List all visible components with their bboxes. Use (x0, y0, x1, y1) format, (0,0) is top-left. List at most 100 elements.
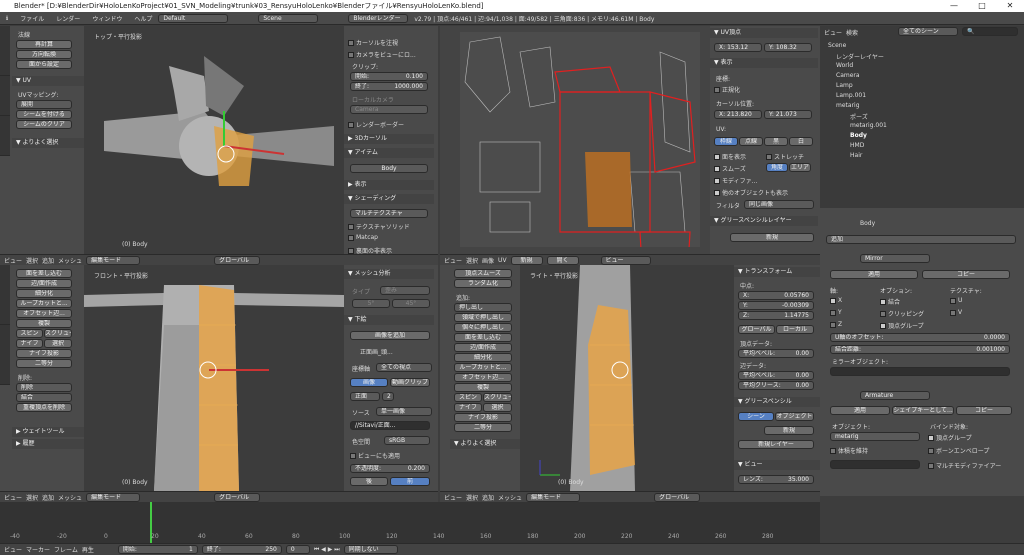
camera-field[interactable]: Camera (350, 105, 428, 114)
screw-button[interactable]: スクリュー (44, 329, 72, 338)
cursor-y-field[interactable]: Y: 21.073 (764, 110, 812, 119)
armature-apply-button[interactable]: 適用 (830, 406, 890, 415)
smooth-row[interactable]: スムーズ (714, 164, 746, 173)
gp-new-button[interactable]: 新規 (764, 426, 814, 435)
image-toggle[interactable]: 画像 (350, 378, 388, 387)
randomize-button[interactable]: ランダム化 (454, 279, 512, 288)
viewport-top[interactable]: トップ・平行投影 (0) Body (84, 26, 344, 254)
mirror-object-field[interactable] (830, 367, 1010, 376)
duplicate-button[interactable]: 複製 (16, 319, 72, 328)
cursor-lock-row[interactable]: カーソルを注視 (348, 38, 398, 47)
local-toggle[interactable]: ローカル (776, 325, 814, 334)
edge-bevel-field[interactable]: 平均ベベル: 0.00 (738, 371, 814, 380)
white-button[interactable]: 白 (789, 137, 813, 146)
shape-key-button[interactable]: シェイプキーとして... (892, 406, 954, 415)
menu-file[interactable]: ファイル (14, 14, 50, 23)
background-section[interactable]: ▼ 下絵 (344, 315, 434, 325)
outliner-search-input[interactable]: 🔍 (962, 27, 1018, 36)
mirror-apply-button[interactable]: 適用 (830, 270, 918, 279)
distort-min-field[interactable]: 5° (352, 299, 390, 308)
loop-cut-button[interactable]: ループカットと... (16, 299, 72, 308)
knife-project-button[interactable]: ナイフ投影 (16, 349, 72, 358)
shading-section[interactable]: ▼ シェーディング (344, 194, 434, 204)
opacity-field[interactable]: 不透明度: 0.200 (350, 464, 430, 473)
cursor-x-field[interactable]: X: 213.820 (714, 110, 762, 119)
top-mode-select[interactable]: 編集モード (86, 255, 141, 265)
knife-button[interactable]: ナイフ (16, 339, 43, 348)
right-add-menu[interactable]: 追加 (482, 493, 494, 502)
clip-end-field[interactable]: 終了: 1000.000 (350, 82, 428, 91)
inset-faces-button[interactable]: 面を差し込む (16, 269, 72, 278)
playback-controls-icon[interactable]: ⏮ ◀ ▶ ⏭ (314, 546, 340, 554)
edge-crease-field[interactable]: 平均クリース: 0.00 (738, 381, 814, 390)
outliner-view-menu[interactable]: ビュー (824, 28, 842, 37)
uv-view-menu[interactable]: ビュー (444, 256, 462, 265)
extrude-select[interactable]: 押し出し (454, 303, 512, 312)
start-frame-field[interactable]: 開始: 1 (117, 545, 198, 554)
axis-z-check[interactable]: Z (830, 321, 842, 328)
image-slot-field[interactable]: 正面 (350, 392, 380, 401)
movie-clip-toggle[interactable]: 動画クリップ (390, 378, 430, 387)
right-mode-select[interactable]: 編集モード (526, 492, 581, 502)
vertex-bevel-field[interactable]: 平均ベベル: 0.00 (738, 349, 814, 358)
tex-v-check[interactable]: V (950, 309, 962, 316)
history-section-2[interactable]: ▶ 履歴 (12, 439, 84, 449)
angle-button[interactable]: 角度 (766, 163, 788, 172)
vgroup-field[interactable] (830, 460, 920, 469)
current-frame-field[interactable]: 0 (285, 545, 310, 554)
uv-view-select[interactable]: ビュー (600, 255, 651, 265)
lens-field[interactable]: レンズ: 35.000 (738, 475, 814, 484)
front-add-menu[interactable]: 追加 (42, 493, 54, 502)
tab-tools[interactable] (0, 26, 10, 76)
info-icon[interactable]: ℹ (0, 15, 14, 22)
median-y-field[interactable]: Y: -0.00309 (738, 301, 814, 310)
duplicate-button-2[interactable]: 複製 (454, 383, 512, 392)
maximize-button[interactable]: □ (968, 0, 996, 12)
unwrap-select[interactable]: 展開 (16, 100, 72, 109)
flip-button[interactable]: 方向転換 (16, 50, 72, 59)
outliner-item-renderlayer[interactable]: レンダーレイヤー (836, 52, 884, 61)
tex-u-check[interactable]: U (950, 297, 962, 304)
spin-button[interactable]: スピン (16, 329, 43, 338)
knife-button-2[interactable]: ナイフ (454, 403, 482, 412)
mesh-analysis-section[interactable]: ▼ メッシュ分析 (344, 269, 434, 279)
front-mode-select[interactable]: 編集モード (86, 492, 141, 502)
armature-object-field[interactable]: metarig (830, 432, 920, 441)
subdivide-button[interactable]: 細分化 (16, 289, 72, 298)
axis-x-check[interactable]: X (830, 297, 842, 304)
global-toggle[interactable]: グローバル (738, 325, 775, 334)
bisect-button[interactable]: 二等分 (16, 359, 72, 368)
uv-section[interactable]: ▼ UV (12, 76, 84, 86)
vertex-smooth-button[interactable]: 頂点スムーズ (454, 269, 512, 278)
menu-window[interactable]: ウィンドウ (86, 14, 128, 23)
tab-create-2[interactable] (0, 325, 10, 385)
history-section-3[interactable]: ▼ よりよく選択 (450, 439, 520, 449)
camera-lock-row[interactable]: カメラをビューにロ... (348, 50, 416, 59)
timeline-marker-menu[interactable]: マーカー (26, 545, 50, 554)
timeline-view-menu[interactable]: ビュー (4, 545, 22, 554)
armature-modifier-name[interactable]: Armature (860, 391, 930, 400)
median-z-field[interactable]: Z: 1.14775 (738, 311, 814, 320)
front-mesh-menu[interactable]: メッシュ (58, 493, 82, 502)
colorspace-select[interactable]: sRGB (384, 436, 430, 445)
image-users-field[interactable]: 2 (382, 392, 394, 401)
front-view-menu[interactable]: ビュー (4, 493, 22, 502)
item-name-field[interactable]: Body (350, 164, 428, 173)
delete-select[interactable]: 削除 (16, 383, 72, 392)
top-add-menu[interactable]: 追加 (42, 256, 54, 265)
set-from-faces-button[interactable]: 面から設定 (16, 60, 72, 69)
axis-select[interactable]: 全ての視点 (376, 363, 432, 372)
right-orientation-select[interactable]: グローバル (654, 492, 701, 502)
knife-project-button-2[interactable]: ナイフ投影 (454, 413, 512, 422)
extrude-individual-button[interactable]: 個々に押し出し (454, 323, 512, 332)
outliner-search-menu[interactable]: 検索 (846, 28, 858, 37)
axis-y-check[interactable]: Y (830, 309, 842, 316)
clear-seam-button[interactable]: シームのクリア (16, 120, 72, 129)
offset-edge-button[interactable]: オフセット辺... (16, 309, 72, 318)
gp-new-layer-button[interactable]: 新規レイヤー (738, 440, 814, 449)
distort-max-field[interactable]: 45° (392, 299, 430, 308)
layout-select[interactable]: Default (158, 13, 229, 23)
sync-select[interactable]: 同期しない (343, 545, 398, 554)
extrude-region-button[interactable]: 領域で押し出し (454, 313, 512, 322)
loop-cut-button-2[interactable]: ループカットと... (454, 363, 512, 372)
